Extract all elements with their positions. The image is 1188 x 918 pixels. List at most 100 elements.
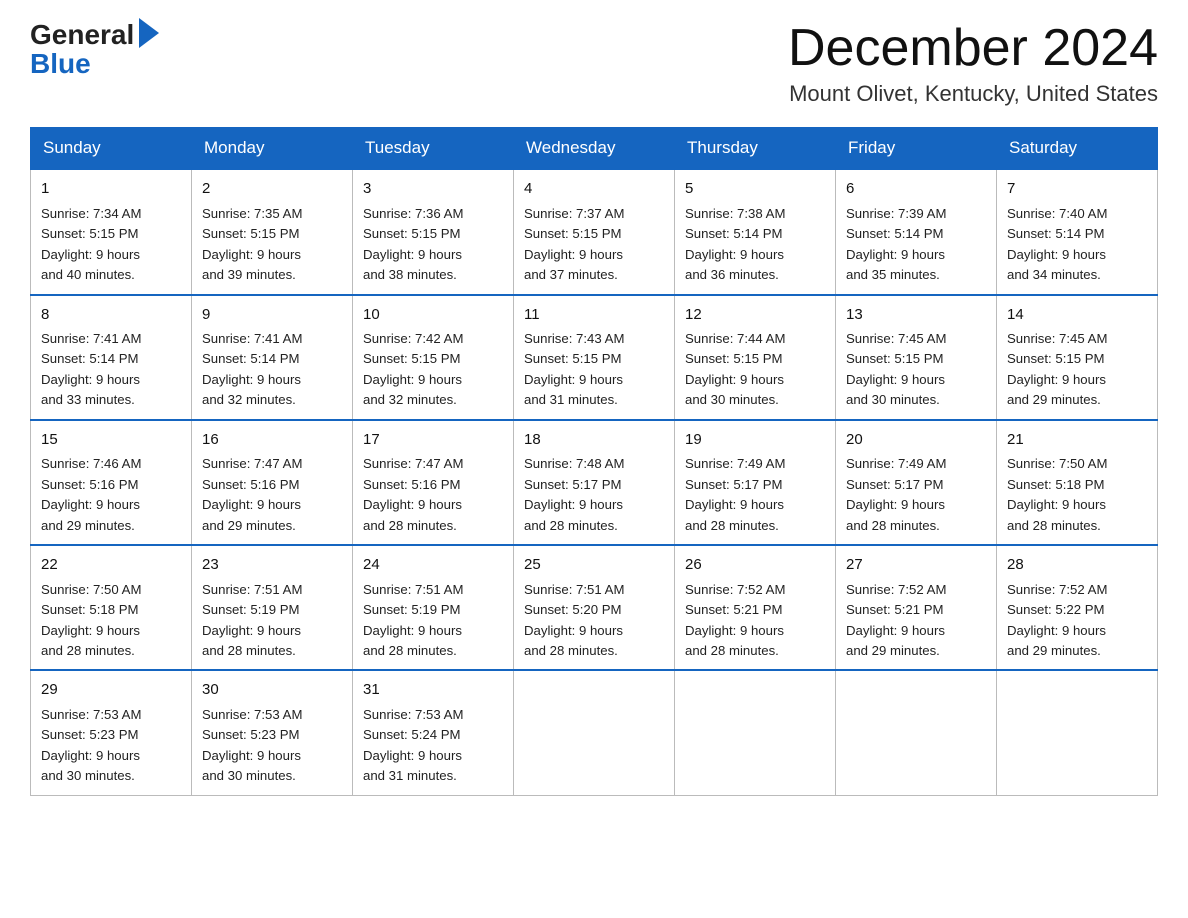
- day-number: 29: [41, 679, 181, 702]
- calendar-day: 24 Sunrise: 7:51 AMSunset: 5:19 PMDaylig…: [353, 545, 514, 670]
- calendar-day: 21 Sunrise: 7:50 AMSunset: 5:18 PMDaylig…: [997, 420, 1158, 545]
- day-info: Sunrise: 7:47 AMSunset: 5:16 PMDaylight:…: [363, 454, 503, 536]
- day-info: Sunrise: 7:44 AMSunset: 5:15 PMDaylight:…: [685, 329, 825, 411]
- day-info: Sunrise: 7:43 AMSunset: 5:15 PMDaylight:…: [524, 329, 664, 411]
- logo-arrow-icon: [139, 18, 159, 48]
- day-number: 12: [685, 304, 825, 327]
- day-number: 21: [1007, 429, 1147, 452]
- day-header-thursday: Thursday: [675, 128, 836, 170]
- page-subtitle: Mount Olivet, Kentucky, United States: [788, 81, 1158, 107]
- day-info: Sunrise: 7:45 AMSunset: 5:15 PMDaylight:…: [1007, 329, 1147, 411]
- day-header-monday: Monday: [192, 128, 353, 170]
- day-header-wednesday: Wednesday: [514, 128, 675, 170]
- calendar-day: 6 Sunrise: 7:39 AMSunset: 5:14 PMDayligh…: [836, 169, 997, 294]
- day-number: 1: [41, 178, 181, 201]
- day-info: Sunrise: 7:37 AMSunset: 5:15 PMDaylight:…: [524, 204, 664, 286]
- calendar-day: 9 Sunrise: 7:41 AMSunset: 5:14 PMDayligh…: [192, 295, 353, 420]
- day-number: 10: [363, 304, 503, 327]
- calendar-day: 8 Sunrise: 7:41 AMSunset: 5:14 PMDayligh…: [31, 295, 192, 420]
- day-info: Sunrise: 7:42 AMSunset: 5:15 PMDaylight:…: [363, 329, 503, 411]
- calendar-header-row: SundayMondayTuesdayWednesdayThursdayFrid…: [31, 128, 1158, 170]
- calendar-table: SundayMondayTuesdayWednesdayThursdayFrid…: [30, 127, 1158, 796]
- calendar-day: 4 Sunrise: 7:37 AMSunset: 5:15 PMDayligh…: [514, 169, 675, 294]
- day-info: Sunrise: 7:46 AMSunset: 5:16 PMDaylight:…: [41, 454, 181, 536]
- day-number: 13: [846, 304, 986, 327]
- calendar-day: 7 Sunrise: 7:40 AMSunset: 5:14 PMDayligh…: [997, 169, 1158, 294]
- day-number: 22: [41, 554, 181, 577]
- day-number: 16: [202, 429, 342, 452]
- calendar-day: [997, 670, 1158, 795]
- calendar-day: [514, 670, 675, 795]
- day-number: 3: [363, 178, 503, 201]
- day-info: Sunrise: 7:49 AMSunset: 5:17 PMDaylight:…: [685, 454, 825, 536]
- day-number: 25: [524, 554, 664, 577]
- calendar-day: 18 Sunrise: 7:48 AMSunset: 5:17 PMDaylig…: [514, 420, 675, 545]
- day-number: 15: [41, 429, 181, 452]
- calendar-day: 15 Sunrise: 7:46 AMSunset: 5:16 PMDaylig…: [31, 420, 192, 545]
- calendar-day: 20 Sunrise: 7:49 AMSunset: 5:17 PMDaylig…: [836, 420, 997, 545]
- calendar-week-2: 8 Sunrise: 7:41 AMSunset: 5:14 PMDayligh…: [31, 295, 1158, 420]
- day-info: Sunrise: 7:53 AMSunset: 5:23 PMDaylight:…: [202, 705, 342, 787]
- day-info: Sunrise: 7:47 AMSunset: 5:16 PMDaylight:…: [202, 454, 342, 536]
- day-info: Sunrise: 7:41 AMSunset: 5:14 PMDaylight:…: [41, 329, 181, 411]
- day-number: 31: [363, 679, 503, 702]
- day-header-sunday: Sunday: [31, 128, 192, 170]
- day-header-friday: Friday: [836, 128, 997, 170]
- day-info: Sunrise: 7:52 AMSunset: 5:21 PMDaylight:…: [685, 580, 825, 662]
- day-header-saturday: Saturday: [997, 128, 1158, 170]
- day-info: Sunrise: 7:51 AMSunset: 5:19 PMDaylight:…: [202, 580, 342, 662]
- calendar-day: 16 Sunrise: 7:47 AMSunset: 5:16 PMDaylig…: [192, 420, 353, 545]
- day-number: 30: [202, 679, 342, 702]
- day-number: 6: [846, 178, 986, 201]
- calendar-day: 1 Sunrise: 7:34 AMSunset: 5:15 PMDayligh…: [31, 169, 192, 294]
- day-info: Sunrise: 7:53 AMSunset: 5:23 PMDaylight:…: [41, 705, 181, 787]
- calendar-day: 14 Sunrise: 7:45 AMSunset: 5:15 PMDaylig…: [997, 295, 1158, 420]
- calendar-day: 26 Sunrise: 7:52 AMSunset: 5:21 PMDaylig…: [675, 545, 836, 670]
- day-info: Sunrise: 7:35 AMSunset: 5:15 PMDaylight:…: [202, 204, 342, 286]
- day-info: Sunrise: 7:50 AMSunset: 5:18 PMDaylight:…: [1007, 454, 1147, 536]
- page-title: December 2024: [788, 20, 1158, 77]
- day-info: Sunrise: 7:45 AMSunset: 5:15 PMDaylight:…: [846, 329, 986, 411]
- day-number: 17: [363, 429, 503, 452]
- day-number: 8: [41, 304, 181, 327]
- day-info: Sunrise: 7:49 AMSunset: 5:17 PMDaylight:…: [846, 454, 986, 536]
- calendar-day: 29 Sunrise: 7:53 AMSunset: 5:23 PMDaylig…: [31, 670, 192, 795]
- day-info: Sunrise: 7:39 AMSunset: 5:14 PMDaylight:…: [846, 204, 986, 286]
- title-block: December 2024 Mount Olivet, Kentucky, Un…: [788, 20, 1158, 107]
- day-number: 23: [202, 554, 342, 577]
- day-info: Sunrise: 7:38 AMSunset: 5:14 PMDaylight:…: [685, 204, 825, 286]
- calendar-day: [675, 670, 836, 795]
- day-number: 26: [685, 554, 825, 577]
- calendar-week-3: 15 Sunrise: 7:46 AMSunset: 5:16 PMDaylig…: [31, 420, 1158, 545]
- calendar-day: 17 Sunrise: 7:47 AMSunset: 5:16 PMDaylig…: [353, 420, 514, 545]
- calendar-week-1: 1 Sunrise: 7:34 AMSunset: 5:15 PMDayligh…: [31, 169, 1158, 294]
- day-number: 19: [685, 429, 825, 452]
- calendar-day: 2 Sunrise: 7:35 AMSunset: 5:15 PMDayligh…: [192, 169, 353, 294]
- day-number: 24: [363, 554, 503, 577]
- day-info: Sunrise: 7:34 AMSunset: 5:15 PMDaylight:…: [41, 204, 181, 286]
- day-number: 11: [524, 304, 664, 327]
- page-header: General Blue December 2024 Mount Olivet,…: [30, 20, 1158, 107]
- calendar-day: 30 Sunrise: 7:53 AMSunset: 5:23 PMDaylig…: [192, 670, 353, 795]
- day-info: Sunrise: 7:51 AMSunset: 5:20 PMDaylight:…: [524, 580, 664, 662]
- day-info: Sunrise: 7:50 AMSunset: 5:18 PMDaylight:…: [41, 580, 181, 662]
- day-info: Sunrise: 7:48 AMSunset: 5:17 PMDaylight:…: [524, 454, 664, 536]
- day-info: Sunrise: 7:51 AMSunset: 5:19 PMDaylight:…: [363, 580, 503, 662]
- day-header-tuesday: Tuesday: [353, 128, 514, 170]
- day-number: 20: [846, 429, 986, 452]
- calendar-day: 19 Sunrise: 7:49 AMSunset: 5:17 PMDaylig…: [675, 420, 836, 545]
- calendar-day: 23 Sunrise: 7:51 AMSunset: 5:19 PMDaylig…: [192, 545, 353, 670]
- day-number: 5: [685, 178, 825, 201]
- calendar-day: 5 Sunrise: 7:38 AMSunset: 5:14 PMDayligh…: [675, 169, 836, 294]
- day-info: Sunrise: 7:41 AMSunset: 5:14 PMDaylight:…: [202, 329, 342, 411]
- calendar-day: 3 Sunrise: 7:36 AMSunset: 5:15 PMDayligh…: [353, 169, 514, 294]
- day-info: Sunrise: 7:52 AMSunset: 5:22 PMDaylight:…: [1007, 580, 1147, 662]
- day-number: 18: [524, 429, 664, 452]
- calendar-day: 22 Sunrise: 7:50 AMSunset: 5:18 PMDaylig…: [31, 545, 192, 670]
- day-info: Sunrise: 7:36 AMSunset: 5:15 PMDaylight:…: [363, 204, 503, 286]
- calendar-week-5: 29 Sunrise: 7:53 AMSunset: 5:23 PMDaylig…: [31, 670, 1158, 795]
- day-number: 14: [1007, 304, 1147, 327]
- calendar-day: 27 Sunrise: 7:52 AMSunset: 5:21 PMDaylig…: [836, 545, 997, 670]
- calendar-day: 13 Sunrise: 7:45 AMSunset: 5:15 PMDaylig…: [836, 295, 997, 420]
- day-info: Sunrise: 7:40 AMSunset: 5:14 PMDaylight:…: [1007, 204, 1147, 286]
